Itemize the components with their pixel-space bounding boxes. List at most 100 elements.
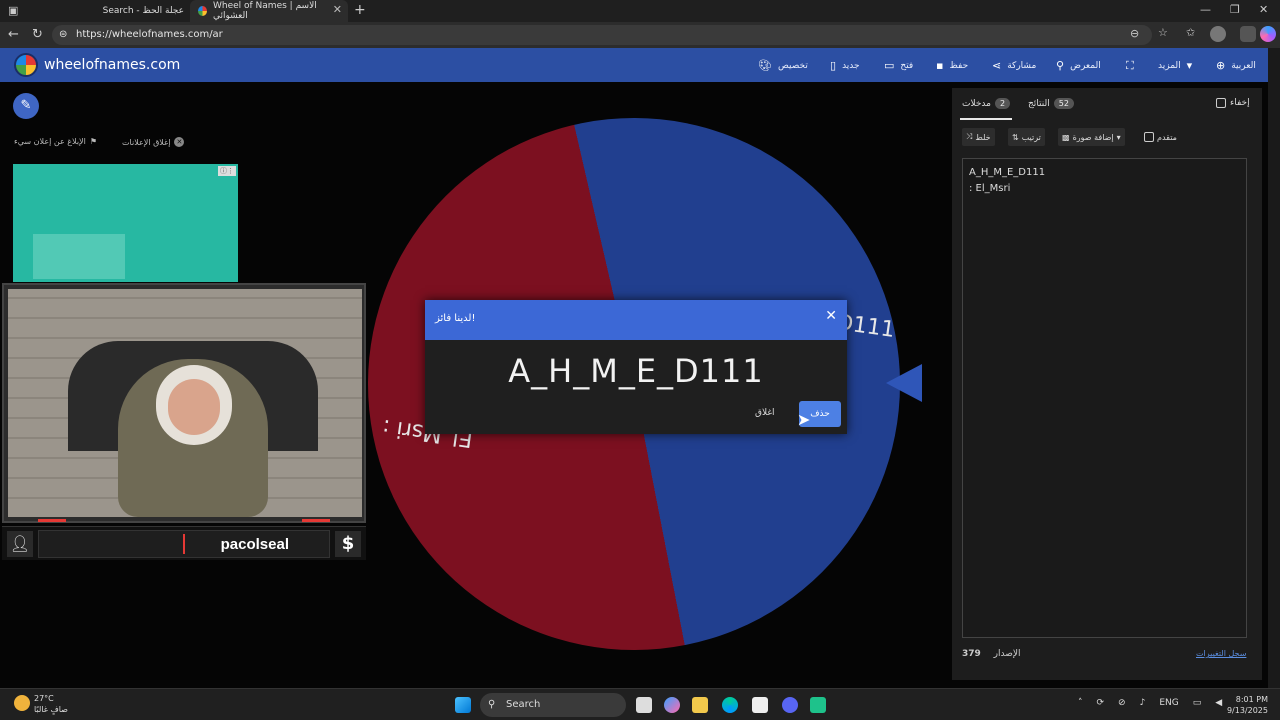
windows-taskbar: 27°C صافٍ غالبًا ⚲ Search ˄ ⟳ ⊘ ♪ ENG ▭ … <box>0 688 1280 720</box>
start-icon[interactable] <box>455 697 471 713</box>
sort-button[interactable]: ⇅ ترتيب <box>1008 128 1045 146</box>
network-off-icon[interactable]: ⊘ <box>1118 698 1126 708</box>
app-icon[interactable] <box>810 697 826 713</box>
window-menu-icon[interactable]: ▣ <box>8 4 18 17</box>
discord-icon[interactable] <box>782 697 798 713</box>
close-circle-icon: ✕ <box>174 137 185 147</box>
customize-button[interactable]: 🎨︎ تخصيص <box>758 59 808 72</box>
hide-checkbox[interactable] <box>1216 98 1226 108</box>
fullscreen-button[interactable]: ⛶ <box>1126 59 1134 73</box>
close-ads-link[interactable]: إغلاق الإعلانات ✕ <box>122 137 185 147</box>
entries-panel: مدخلات 2 النتائج 52 إخفاء ⤨ خلط ⇅ ترتيب … <box>952 88 1262 680</box>
display-icon[interactable]: ▭ <box>1193 698 1202 708</box>
globe-icon: ⊕ <box>1216 59 1226 72</box>
window-close-icon[interactable]: ✕ <box>1259 3 1268 16</box>
add-image-button[interactable]: ▩ إضافة صورة ▾ <box>1058 128 1125 146</box>
fullscreen-icon: ⛶ <box>1126 59 1134 72</box>
app-header: wheelofnames.com 🎨︎ تخصيص ▯ جديد ▭ فتح ▪… <box>0 48 1268 82</box>
wheel-pointer-icon <box>886 364 922 402</box>
reload-icon[interactable]: ↻ <box>32 27 43 42</box>
open-label: فتح <box>900 60 914 71</box>
ad-banner[interactable]: ⓘ⋮ <box>13 164 238 282</box>
streamer-name: pacolseal <box>220 536 289 553</box>
task-view-icon[interactable] <box>636 697 652 713</box>
edit-icon[interactable]: ✎ <box>13 93 39 119</box>
language-button[interactable]: ⊕ العربية <box>1216 59 1256 72</box>
file-explorer-icon[interactable] <box>692 697 708 713</box>
back-icon[interactable]: ← <box>8 27 19 42</box>
share-label: مشاركة <box>1007 60 1037 71</box>
copilot-icon[interactable] <box>1260 26 1276 42</box>
ad-info-icon[interactable]: ⓘ⋮ <box>218 166 236 176</box>
clock[interactable]: 8:01 PM 9/13/2025 <box>1224 694 1268 716</box>
tab-entries-label: مدخلات <box>962 98 991 109</box>
maximize-icon[interactable]: ❐ <box>1230 3 1240 16</box>
shuffle-button[interactable]: ⤨ خلط <box>962 128 995 146</box>
collections-icon[interactable] <box>1240 26 1256 42</box>
wheel-logo-icon[interactable] <box>14 53 38 77</box>
microphone-icon[interactable]: ♪ <box>1140 698 1146 708</box>
webcam-frame <box>2 283 366 523</box>
taskbar-search[interactable]: ⚲ Search <box>480 693 626 717</box>
close-icon[interactable]: ✕ <box>333 3 342 16</box>
clock-time: 8:01 PM <box>1235 695 1268 704</box>
open-button[interactable]: ▭ فتح <box>884 59 913 72</box>
minimize-icon[interactable]: — <box>1200 3 1211 16</box>
weather-icon[interactable] <box>14 695 30 711</box>
search-icon: ⚲ <box>488 699 496 710</box>
favorites-icon[interactable]: ✩ <box>1186 26 1195 39</box>
gallery-label: المعرض <box>1070 60 1101 71</box>
search-label: Search <box>506 699 541 710</box>
more-label: المزيد <box>1158 60 1181 71</box>
edge-icon[interactable] <box>722 697 738 713</box>
entry-line: : El_Msri <box>969 183 1011 194</box>
advanced-checkbox[interactable] <box>1144 132 1154 142</box>
entries-textarea[interactable]: A_H_M_E_D111 : El_Msri <box>962 158 1247 638</box>
weather-widget[interactable]: 27°C صافٍ غالبًا <box>34 693 68 715</box>
site-name[interactable]: wheelofnames.com <box>44 57 180 73</box>
profile-avatar[interactable] <box>1210 26 1226 42</box>
weather-description: صافٍ غالبًا <box>34 705 68 714</box>
shuffle-label: خلط <box>975 132 991 142</box>
file-icon: ▯ <box>830 59 837 72</box>
site-info-icon[interactable]: ⊜ <box>59 25 67 45</box>
report-ad-link[interactable]: الإبلاغ عن إعلان سيء ⚑ <box>14 137 97 146</box>
accent-line <box>38 519 66 522</box>
gallery-button[interactable]: ⚲ المعرض <box>1056 59 1101 72</box>
browser-tab-search[interactable]: Search - عجلة الحظ ✕ <box>24 0 214 22</box>
changelog-link[interactable]: سجل التغييرات <box>1196 649 1246 658</box>
streamer <box>118 359 268 517</box>
new-tab-icon[interactable]: + <box>354 2 366 18</box>
tab-entries[interactable]: مدخلات 2 <box>962 98 1011 109</box>
save-button[interactable]: ▪ حفظ <box>936 59 968 72</box>
sort-label: ترتيب <box>1021 132 1041 142</box>
advanced-toggle[interactable]: متقدم <box>1140 128 1181 146</box>
close-button[interactable]: اغلاق <box>755 408 775 418</box>
dollar-icon: $ <box>335 531 361 557</box>
more-button[interactable]: المزيد ▾ <box>1158 59 1192 72</box>
system-tray: ˄ ⟳ ⊘ ♪ ENG ▭ ◀ <box>1078 698 1222 708</box>
chevron-up-icon[interactable]: ˄ <box>1078 698 1083 708</box>
reader-icon[interactable]: ⊖ <box>1130 27 1139 40</box>
hijab <box>156 365 232 445</box>
name-box: pacolseal <box>38 530 330 558</box>
volume-icon[interactable]: ◀ <box>1215 698 1222 708</box>
favorite-star-icon[interactable]: ☆ <box>1158 26 1168 39</box>
close-icon[interactable]: ✕ <box>825 308 837 324</box>
tab-results[interactable]: النتائج 52 <box>1028 98 1074 109</box>
page-scrollbar[interactable] <box>1268 48 1280 688</box>
url-field[interactable]: ⊜ https://wheelofnames.com/ar <box>52 25 1152 45</box>
share-button[interactable]: ⋖ مشاركة <box>992 59 1036 72</box>
flag-icon: ⚑ <box>89 137 97 146</box>
new-button[interactable]: ▯ جديد <box>830 59 860 72</box>
store-icon[interactable] <box>752 697 768 713</box>
webcam-name-bar: 👤︎ pacolseal $ <box>2 526 366 560</box>
clock-date: 9/13/2025 <box>1226 706 1268 715</box>
hide-toggle[interactable]: إخفاء <box>1216 98 1250 108</box>
copilot-icon[interactable] <box>664 697 680 713</box>
browser-tab-wheel[interactable]: Wheel of Names | الاسم العشوائي ✕ <box>190 0 348 22</box>
sync-icon[interactable]: ⟳ <box>1097 698 1105 708</box>
language-indicator[interactable]: ENG <box>1159 698 1178 708</box>
dialog-header: لدينا فائز! ✕ <box>425 300 847 340</box>
add-image-label: إضافة صورة <box>1072 132 1114 142</box>
